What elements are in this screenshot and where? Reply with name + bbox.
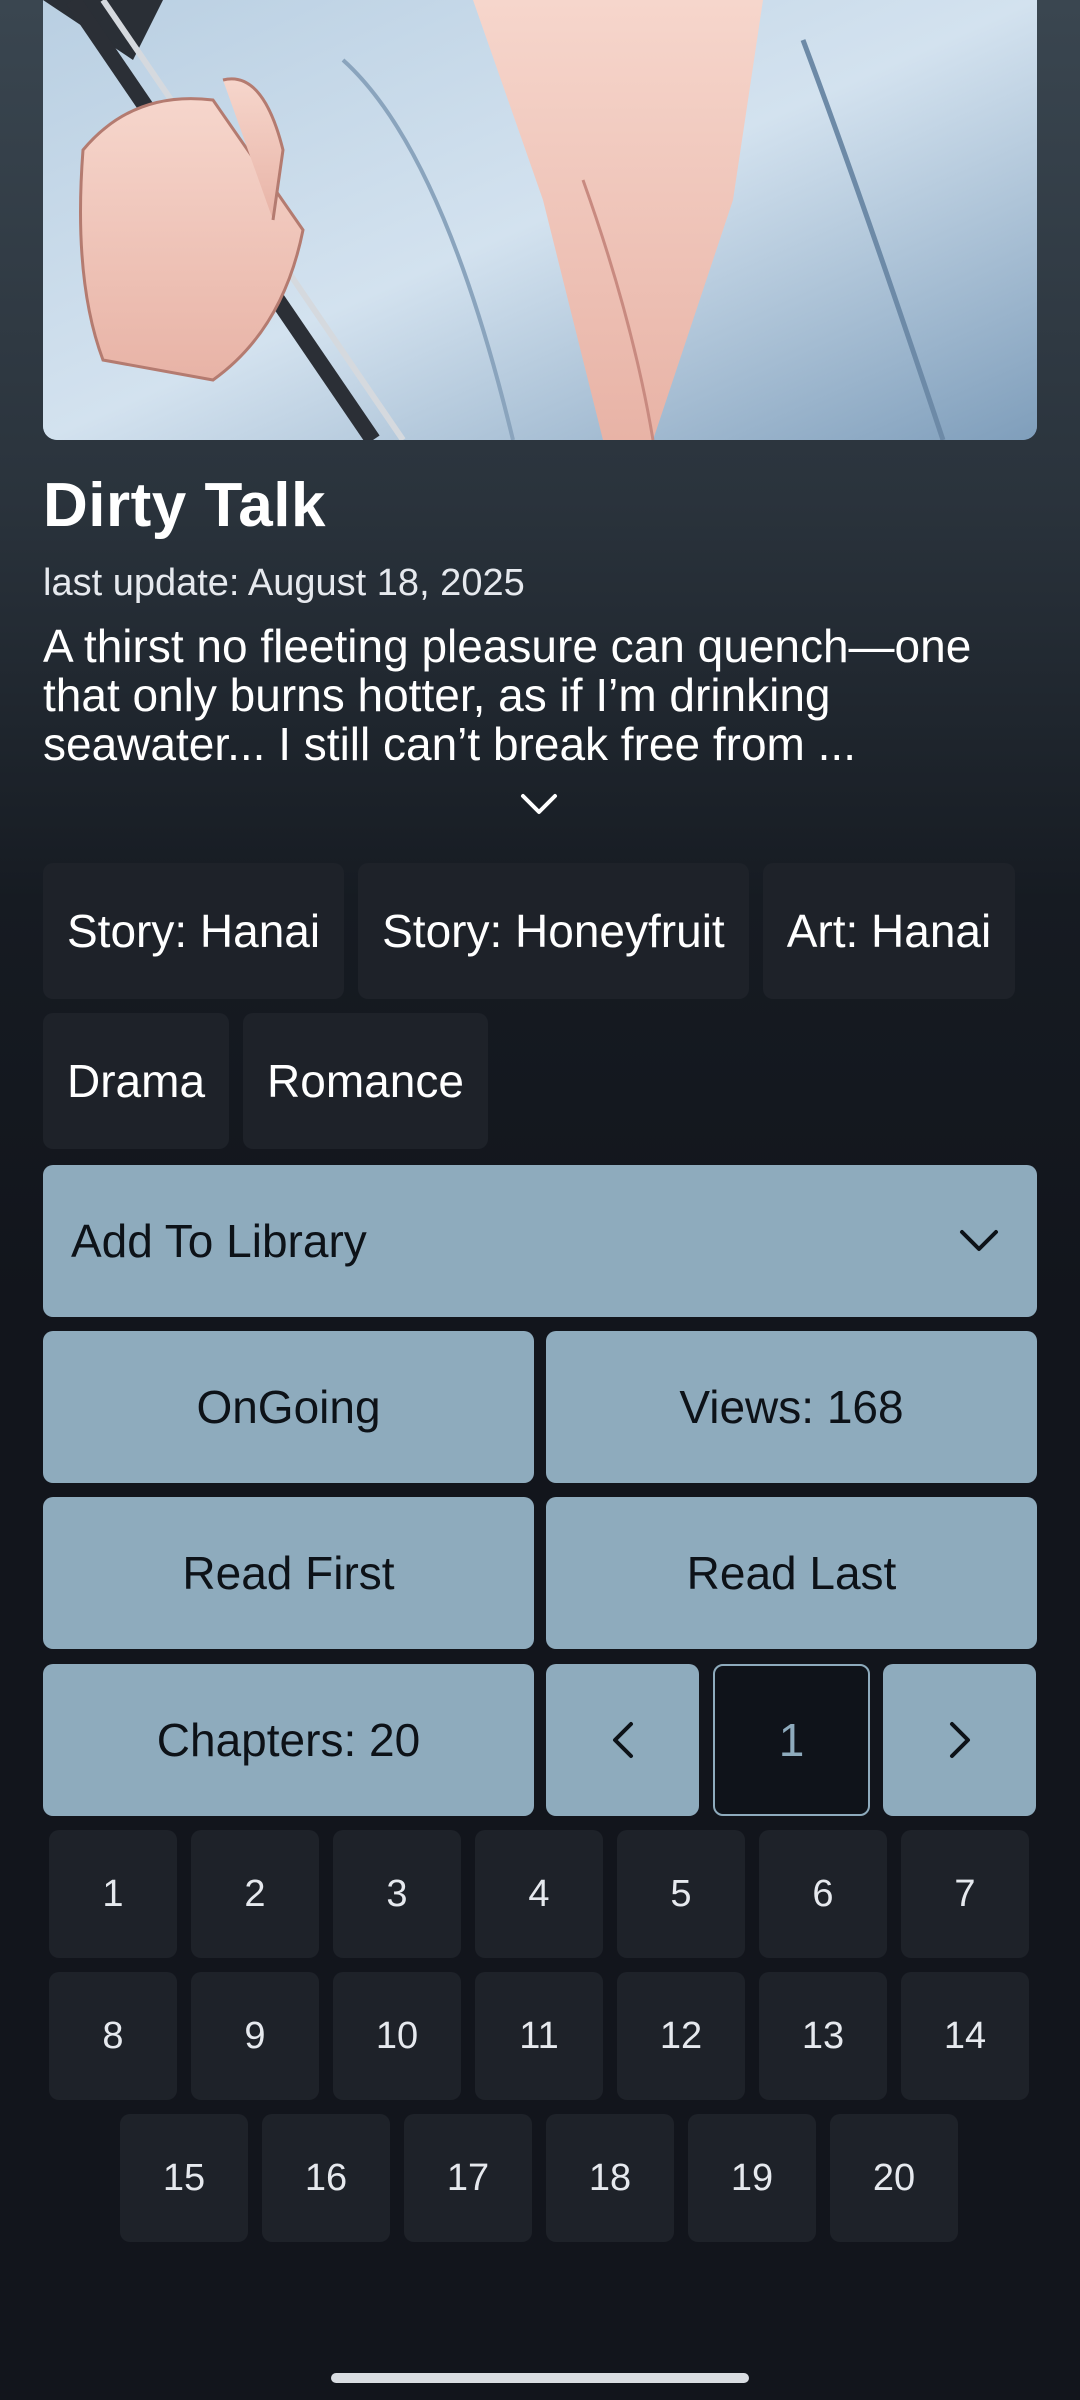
chapter-2[interactable]: 2 (191, 1830, 319, 1958)
chapter-3[interactable]: 3 (333, 1830, 461, 1958)
chapter-16[interactable]: 16 (262, 2114, 390, 2242)
chapter-11[interactable]: 11 (475, 1972, 603, 2100)
chevron-down-icon[interactable] (520, 792, 558, 816)
status-button[interactable]: OnGoing (43, 1331, 534, 1483)
chapter-17[interactable]: 17 (404, 2114, 532, 2242)
home-indicator[interactable] (331, 2373, 749, 2383)
last-update-text: last update: August 18, 2025 (43, 562, 525, 604)
chapter-18[interactable]: 18 (546, 2114, 674, 2242)
chapter-6[interactable]: 6 (759, 1830, 887, 1958)
views-button[interactable]: Views: 168 (546, 1331, 1037, 1483)
chapter-14[interactable]: 14 (901, 1972, 1029, 2100)
genres-row: Drama Romance (43, 1013, 1037, 1149)
credit-chip-art-hanai[interactable]: Art: Hanai (762, 863, 1016, 999)
manga-title: Dirty Talk (43, 471, 326, 540)
genre-chip-romance[interactable]: Romance (243, 1013, 488, 1149)
genre-chip-drama[interactable]: Drama (43, 1013, 230, 1149)
chapter-20[interactable]: 20 (830, 2114, 958, 2242)
credits-row: Story: Hanai Story: Honeyfruit Art: Hana… (43, 863, 1037, 999)
chapter-9[interactable]: 9 (191, 1972, 319, 2100)
chapter-4[interactable]: 4 (475, 1830, 603, 1958)
current-page-indicator[interactable]: 1 (713, 1664, 870, 1816)
chapter-15[interactable]: 15 (120, 2114, 248, 2242)
chapter-7[interactable]: 7 (901, 1830, 1029, 1958)
prev-page-button[interactable] (546, 1664, 699, 1816)
chevron-right-icon (949, 1722, 970, 1758)
credit-chip-story-honeyfruit[interactable]: Story: Honeyfruit (358, 863, 749, 999)
read-last-button[interactable]: Read Last (546, 1497, 1037, 1649)
chapter-19[interactable]: 19 (688, 2114, 816, 2242)
add-to-library-button[interactable]: Add To Library (43, 1165, 1037, 1317)
chevron-left-icon (612, 1722, 633, 1758)
chapter-8[interactable]: 8 (49, 1972, 177, 2100)
read-first-button[interactable]: Read First (43, 1497, 534, 1649)
cover-image (43, 0, 1037, 440)
chapter-1[interactable]: 1 (49, 1830, 177, 1958)
manga-description: A thirst no fleeting pleasure can quench… (43, 622, 972, 770)
chevron-down-icon (960, 1230, 998, 1251)
credit-chip-story-hanai[interactable]: Story: Hanai (43, 863, 345, 999)
next-page-button[interactable] (883, 1664, 1036, 1816)
chapters-count-button[interactable]: Chapters: 20 (43, 1664, 534, 1816)
chapter-10[interactable]: 10 (333, 1972, 461, 2100)
chapter-13[interactable]: 13 (759, 1972, 887, 2100)
add-to-library-label: Add To Library (71, 1215, 367, 1267)
chapter-12[interactable]: 12 (617, 1972, 745, 2100)
chapter-5[interactable]: 5 (617, 1830, 745, 1958)
